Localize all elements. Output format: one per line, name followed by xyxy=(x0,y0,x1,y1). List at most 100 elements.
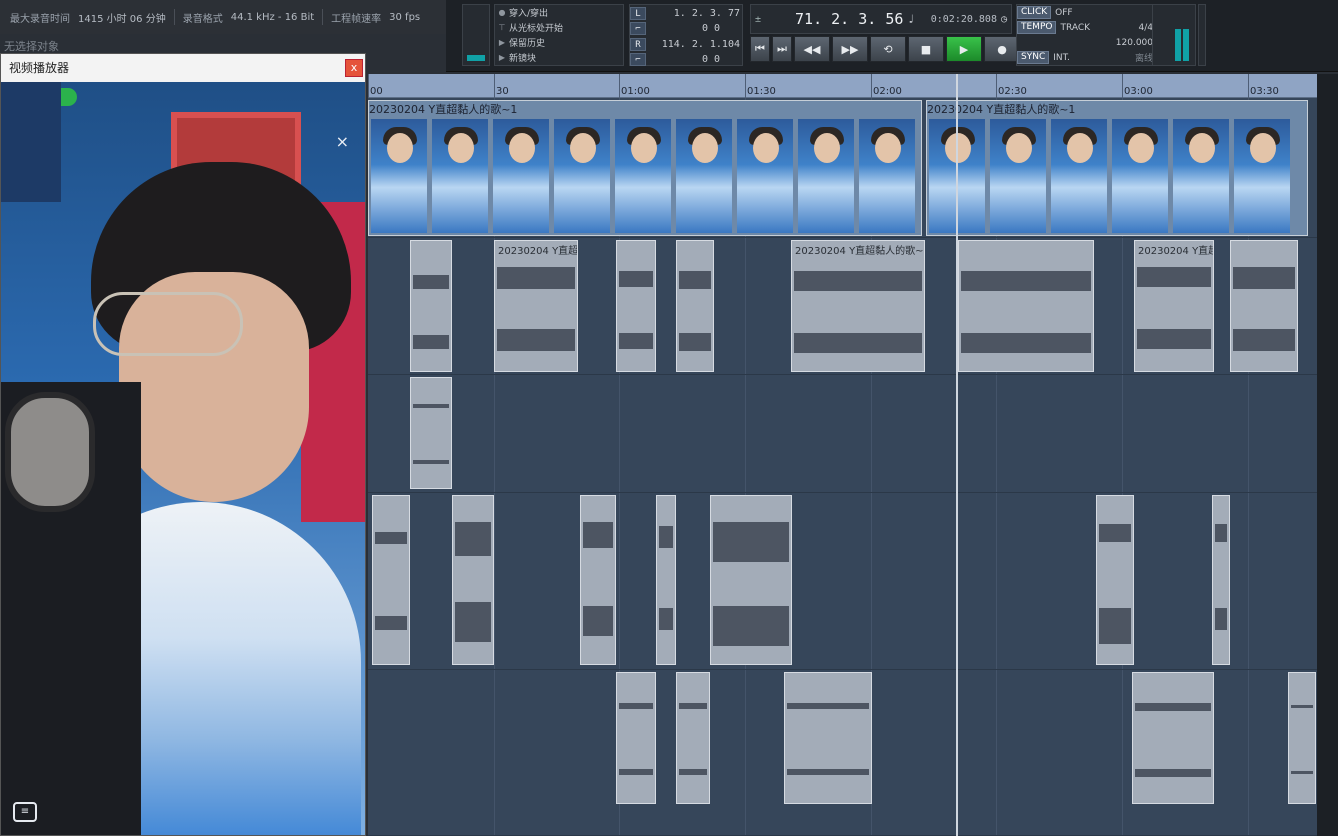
ruler-tick: 02:30 xyxy=(998,86,1027,97)
audio-clip[interactable] xyxy=(676,240,714,372)
meter-level xyxy=(1175,29,1181,61)
no-selection-label: 无选择对象 xyxy=(4,40,59,53)
audio-clip[interactable]: 20230204 Y直超黏人的歌~1 xyxy=(791,240,925,372)
close-button[interactable]: x xyxy=(345,59,363,77)
transport-panel: ● 穿入/穿出 ⊤ 从光标处开始 ▶ 保留历史 ▶ 新镜块 L 1. 2. 3. 77 ⌐… xyxy=(446,0,1338,72)
timeline-ruler[interactable]: 00 30 01:00 01:30 02:00 02:30 03:00 03:3… xyxy=(368,74,1317,98)
ruler-tick: 30 xyxy=(496,86,509,97)
audio-track-lane: 20230204 Y直超 20230204 Y直超黏人的歌~1 20230204… xyxy=(368,238,1317,375)
video-thumbnail xyxy=(1173,119,1229,233)
transport-buttons: ⏮ ⏭ ◀◀ ▶▶ ⟲ ■ ▶ ● xyxy=(750,36,1020,64)
record-icon: ● xyxy=(997,42,1007,56)
locators: L 1. 2. 3. 77 ⌐ 0 0 R 114. 2. 1.104 ⌐ 0 0 xyxy=(629,4,743,66)
note-icon: ♩ xyxy=(907,12,915,26)
meter-level xyxy=(1183,29,1189,61)
audio-clip[interactable] xyxy=(616,240,656,372)
right-locator[interactable]: R 114. 2. 1.104 xyxy=(630,37,744,52)
rewind-button[interactable]: ◀◀ xyxy=(794,36,830,62)
audio-clip[interactable] xyxy=(580,495,616,665)
vertical-scrollbar[interactable] xyxy=(1317,74,1338,836)
audio-track-lane xyxy=(368,493,1317,670)
video-player-title[interactable]: 视频播放器 xyxy=(1,54,365,82)
play-icon: ▶ xyxy=(959,42,969,56)
new-part-option[interactable]: ▶ 新镜块 xyxy=(495,50,623,65)
play-button[interactable]: ▶ xyxy=(946,36,982,62)
max-record-time-value: 1415 小时 06 分钟 xyxy=(78,13,166,25)
audio-clip[interactable] xyxy=(710,495,792,665)
ruler-tick: 02:00 xyxy=(873,86,902,97)
start-from-cursor-option[interactable]: ⊤ 从光标处开始 xyxy=(495,20,623,35)
audio-clip[interactable] xyxy=(1230,240,1298,372)
video-frame: 9:17 × ≡ xyxy=(1,82,365,835)
right-locator-sub: ⌐ 0 0 xyxy=(630,52,744,67)
audio-clip[interactable] xyxy=(1212,495,1230,665)
output-meter xyxy=(1152,4,1196,66)
video-thumbnail xyxy=(859,119,915,233)
audio-clip[interactable] xyxy=(676,672,710,804)
video-thumbnail xyxy=(554,119,610,233)
message-icon: ≡ xyxy=(13,802,37,822)
video-thumbnail xyxy=(615,119,671,233)
audio-clip[interactable] xyxy=(784,672,872,804)
frame-rate-value[interactable]: 30 fps xyxy=(389,12,420,23)
divider xyxy=(173,9,175,25)
tempo-value-row: 120.000 xyxy=(1115,37,1153,48)
project-cursor[interactable] xyxy=(956,74,958,836)
video-clip[interactable]: 20230204 Y直超黏人的歌~1 xyxy=(926,100,1308,236)
punch-options: ● 穿入/穿出 ⊤ 从光标处开始 ▶ 保留历史 ▶ 新镜块 xyxy=(494,4,624,66)
output-fader[interactable] xyxy=(1198,4,1206,66)
video-thumbnail xyxy=(1051,119,1107,233)
audio-clip[interactable]: 20230204 Y直超 xyxy=(1134,240,1214,372)
ruler-tick: 03:00 xyxy=(1124,86,1153,97)
punch-in-out-option[interactable]: ● 穿入/穿出 xyxy=(495,5,623,20)
record-format-value: 44.1 kHz - 16 Bit xyxy=(230,11,315,23)
audio-clip[interactable] xyxy=(1132,672,1214,804)
video-thumbnail xyxy=(737,119,793,233)
audio-clip[interactable] xyxy=(410,377,452,489)
audio-clip[interactable] xyxy=(616,672,656,804)
video-thumbnail xyxy=(493,119,549,233)
cycle-button[interactable]: ⟲ xyxy=(870,36,906,62)
record-format-label: 录音格式 xyxy=(182,13,223,25)
arrow-icon: ▶ xyxy=(498,38,506,47)
audio-clip[interactable] xyxy=(410,240,452,372)
input-meter xyxy=(462,4,490,66)
frame-rate-label: 工程帧速率 xyxy=(331,13,382,25)
keep-history-option[interactable]: ▶ 保留历史 xyxy=(495,35,623,50)
audio-clip[interactable] xyxy=(1288,672,1316,804)
video-thumbnail xyxy=(798,119,854,233)
plus-minus-icon[interactable]: ± xyxy=(755,14,761,25)
go-to-start-button[interactable]: ⏮ xyxy=(750,36,770,62)
stop-icon: ■ xyxy=(920,42,932,56)
rewind-icon: ◀◀ xyxy=(803,42,821,56)
sync-row[interactable]: SYNC INT. 离线 xyxy=(1017,50,1157,65)
ruler-tick: 01:30 xyxy=(747,86,776,97)
clock-icon: ◷ xyxy=(1000,13,1007,25)
tempo-row[interactable]: TEMPO TRACK 4/4 xyxy=(1017,20,1157,35)
arrow-icon: ▶ xyxy=(498,53,506,62)
glasses xyxy=(93,292,243,356)
skip-end-icon: ⏭ xyxy=(777,42,787,55)
divider xyxy=(322,9,324,25)
video-clip[interactable]: 20230204 Y直超黏人的歌~1 xyxy=(368,100,922,236)
video-thumbnail xyxy=(990,119,1046,233)
left-locator[interactable]: L 1. 2. 3. 77 xyxy=(630,6,744,21)
ruler-tick: 00 xyxy=(370,86,383,97)
ruler-tick: 03:30 xyxy=(1250,86,1279,97)
forward-button[interactable]: ▶▶ xyxy=(832,36,868,62)
go-to-end-button[interactable]: ⏭ xyxy=(772,36,792,62)
audio-clip[interactable] xyxy=(372,495,410,665)
audio-clip[interactable]: 20230204 Y直超 xyxy=(494,240,578,372)
video-thumbnail xyxy=(1234,119,1290,233)
arrangement-area[interactable]: 20230204 Y直超黏人的歌~1 20230204 Y直超黏人的歌~1 20… xyxy=(368,98,1317,836)
cubase-window: 最大录音时间 1415 小时 06 分钟 录音格式 44.1 kHz - 16 … xyxy=(0,0,1338,836)
audio-clip[interactable] xyxy=(1096,495,1134,665)
stop-button[interactable]: ■ xyxy=(908,36,944,62)
audio-clip[interactable] xyxy=(452,495,494,665)
audio-clip[interactable] xyxy=(656,495,676,665)
record-button[interactable]: ● xyxy=(984,36,1020,62)
click-row[interactable]: CLICK OFF xyxy=(1017,5,1157,20)
time-position: 0:02:20.808 xyxy=(930,13,997,25)
position-display[interactable]: ± 71. 2. 3. 56 ♩ 0:02:20.808 ◷ xyxy=(750,4,1012,34)
audio-clip[interactable] xyxy=(958,240,1094,372)
